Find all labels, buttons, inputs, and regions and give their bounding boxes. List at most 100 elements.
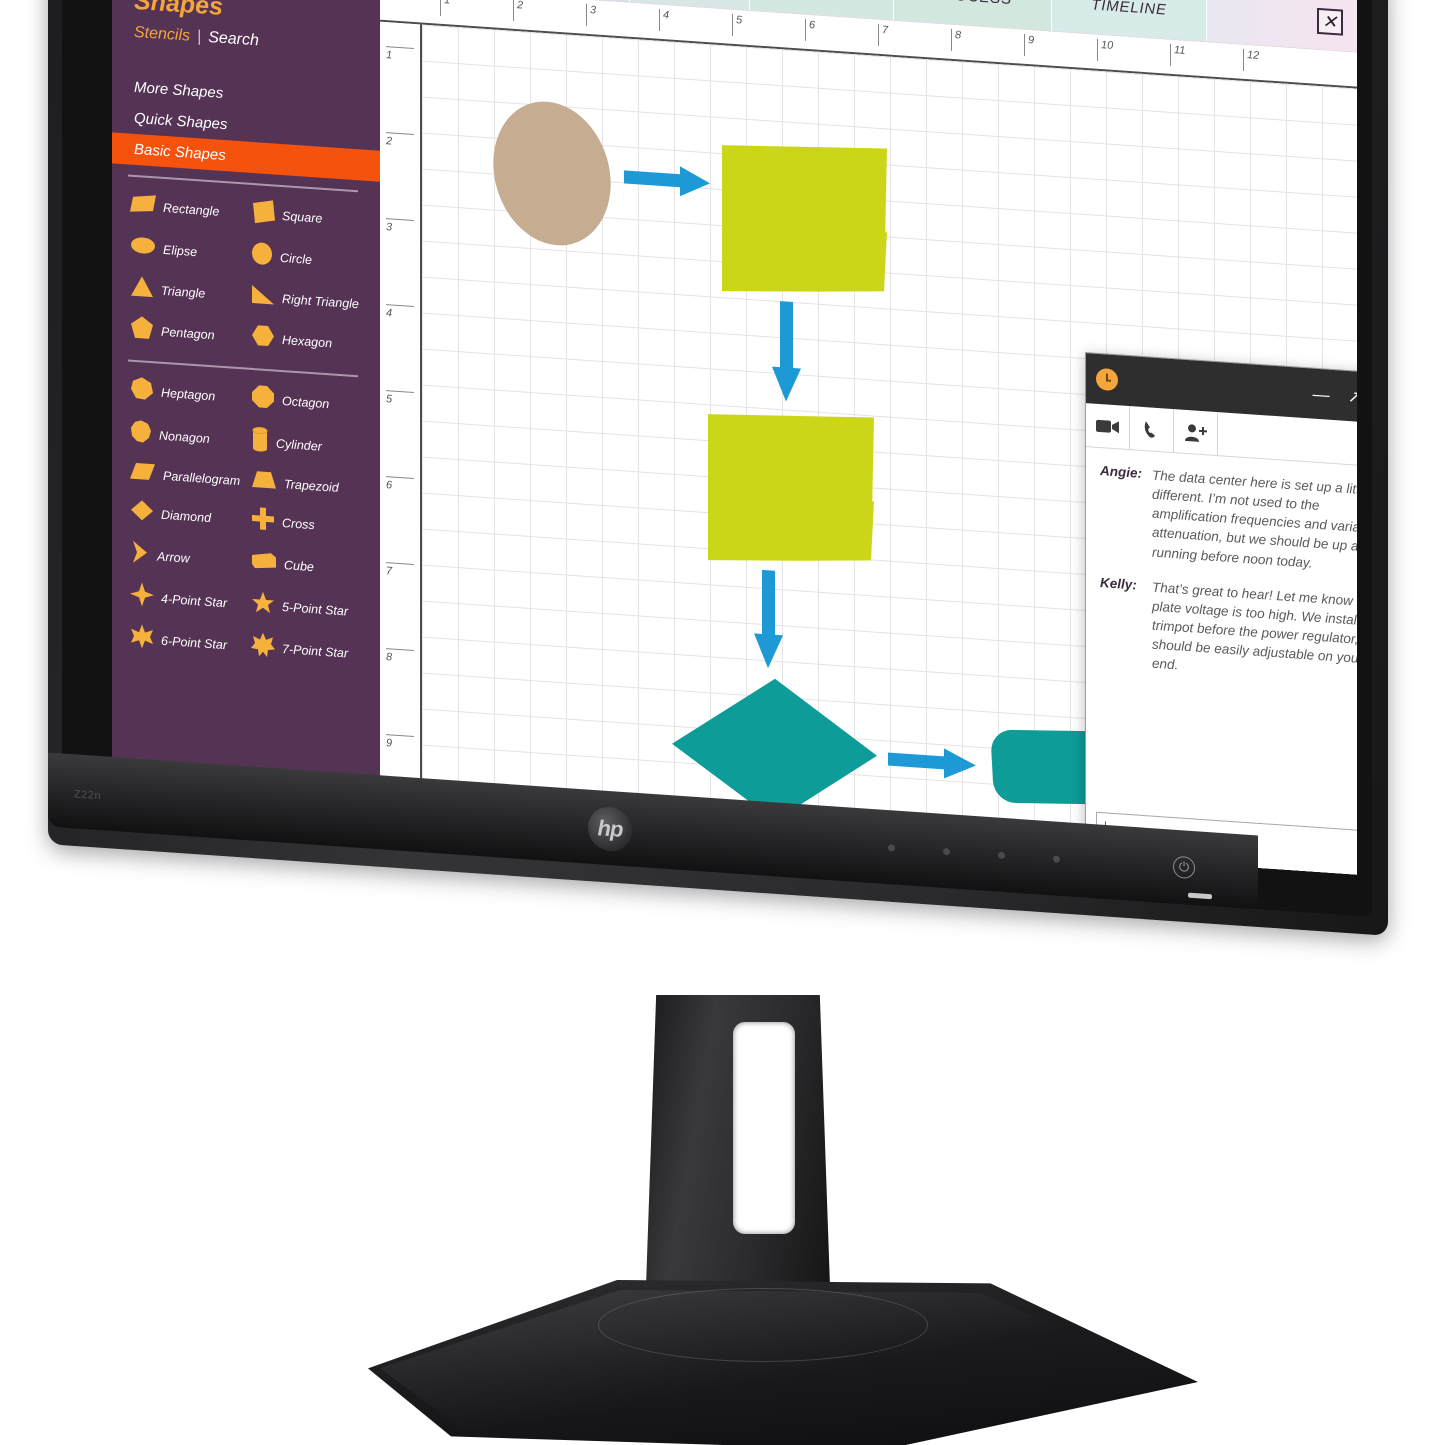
shape-item-heptagon[interactable]: Heptagon [130,376,247,413]
ruler-v-tick: 3 [386,218,414,236]
ruler-h-tick: 8 [951,28,962,52]
ellipse-shape-icon [130,235,156,262]
chat-message-text: The data center here is set up a little … [1152,467,1357,571]
osd-button-2[interactable] [943,847,950,856]
minimize-button[interactable]: — [1313,384,1330,404]
chat-message-text: That’s great to hear! Let me know if the… [1152,579,1357,673]
ruler-v-tick: 2 [386,132,414,150]
monitor: FILE HOME CHARTS DESIGN DATA REVIEW PROC… [0,0,1445,1050]
shape-item-label: 7-Point Star [282,641,349,661]
ruler-h-tick: 2 [513,0,524,22]
ruler-v-tick: 7 [386,562,414,580]
stand-cable-slot [733,1022,795,1234]
ruler-h-tick: 5 [732,13,743,37]
shape-item-pentagon[interactable]: Pentagon [130,315,247,352]
shape-item-label: Triangle [161,283,206,301]
star7-shape-icon [251,632,275,663]
chat-message: Kelly: That’s great to hear! Let me know… [1100,574,1357,690]
diamond-shape-icon [130,499,154,528]
connector-arrow-2 [772,301,801,402]
shape-item-elipse[interactable]: Elipse [130,233,247,270]
phone-call-icon[interactable] [1130,406,1174,453]
triangle-shape-icon [130,275,154,304]
star5-shape-icon [251,590,275,621]
chat-window-controls: — ↗ ✕ [1313,384,1358,408]
shapes-sidebar: Shapes Stencils | Search More Shapes Quick… [112,0,380,808]
shape-item-label: Right Triangle [282,291,359,311]
trapezoid-shape-icon [251,470,277,495]
diagram-canvas[interactable]: 1 2 3 4 5 6 7 8 9 10 11 12 1 2 3 4 5 6 7… [380,0,1357,875]
shape-item-right-triangle[interactable]: Right Triangle [251,283,368,318]
popout-button[interactable]: ↗ [1348,386,1358,406]
osd-button-4[interactable] [1053,855,1060,863]
tab-timeline-label: TIMELINE [1091,0,1167,19]
shape-item-7-point-star[interactable]: 7-Point Star [251,632,368,669]
arrow-shape-icon [130,540,150,570]
octagon-shape-icon [251,384,275,415]
ruler-v-tick: 5 [386,390,414,408]
shape-item-square[interactable]: Square [251,199,368,236]
shape-item-octagon[interactable]: Octagon [251,384,368,421]
chat-message-sender: Angie: [1100,463,1142,481]
shape-item-label: Rectangle [163,200,220,219]
osd-button-1[interactable] [888,844,895,852]
shape-item-label: Elipse [163,242,198,259]
shape-item-arrow[interactable]: Arrow [130,540,247,577]
video-camera-icon[interactable] [1086,403,1130,450]
power-button[interactable]: ⏻ [1173,855,1195,880]
ruler-h-tick: 7 [878,23,889,47]
shape-item-cross[interactable]: Cross [251,506,368,543]
shape-item-label: Circle [280,250,312,267]
avatar [1096,367,1118,392]
star4-shape-icon [130,582,154,613]
shape-item-nonagon[interactable]: Nonagon [130,418,247,457]
connector-arrow-1 [624,166,710,197]
shape-item-rectangle[interactable]: Rectangle [130,191,247,228]
vertical-ruler: 1 2 3 4 5 6 7 8 9 [380,21,422,811]
ruler-h-tick: 11 [1170,43,1186,67]
shape-item-label: Cylinder [276,436,322,454]
power-icon: ⏻ [1178,859,1190,875]
stencils-link[interactable]: Stencils [134,24,190,45]
square-shape-icon [251,199,275,230]
shape-item-6-point-star[interactable]: 6-Point Star [130,624,247,661]
shape-item-trapezoid[interactable]: Trapezoid [251,470,368,501]
cylinder-shape-icon [251,426,269,458]
ruler-v-tick: 4 [386,304,414,322]
shape-item-label: Parallelogram [163,468,241,488]
chat-window[interactable]: — ↗ ✕ [1085,352,1357,875]
monitor-model-label: Z22n [74,788,102,803]
osd-button-3[interactable] [998,851,1005,860]
ruler-h-tick: 4 [659,8,670,32]
shape-item-4-point-star[interactable]: 4-Point Star [130,582,247,619]
search-link[interactable]: Search [208,29,259,49]
shape-item-label: Arrow [157,548,190,566]
shape-item-label: Octagon [282,393,330,411]
shape-item-triangle[interactable]: Triangle [130,275,247,310]
shape-item-diamond[interactable]: Diamond [130,498,247,535]
shape-item-label: 5-Point Star [282,599,349,619]
shape-item-label: Pentagon [161,324,215,342]
shape-item-label: Trapezoid [284,476,339,495]
shape-item-cylinder[interactable]: Cylinder [251,426,368,465]
monitor-screen: FILE HOME CHARTS DESIGN DATA REVIEW PROC… [112,0,1357,875]
power-led [1188,892,1212,900]
subnav-separator: | [197,28,202,46]
sidebar-item-label: More Shapes [134,78,224,102]
sidebar-item-label: Quick Shapes [134,109,228,134]
close-icon[interactable]: ✕ [1317,7,1344,36]
shape-item-parallelogram[interactable]: Parallelogram [130,462,247,493]
shape-item-label: Cross [282,515,315,532]
shape-item-label: Diamond [161,507,212,525]
shape-item-label: 4-Point Star [161,591,228,610]
shape-item-cube[interactable]: Cube [251,548,368,585]
shape-group-1: Rectangle Square Elipse Circle Triangle … [112,175,380,366]
cube-shape-icon [251,550,277,577]
shape-item-hexagon[interactable]: Hexagon [251,323,368,360]
pentagon-shape-icon [130,315,154,346]
ellipse-node [493,101,611,246]
shape-item-circle[interactable]: Circle [251,241,368,278]
ruler-h-tick: 3 [586,3,597,27]
add-person-icon[interactable] [1174,409,1218,456]
shape-item-5-point-star[interactable]: 5-Point Star [251,590,368,627]
